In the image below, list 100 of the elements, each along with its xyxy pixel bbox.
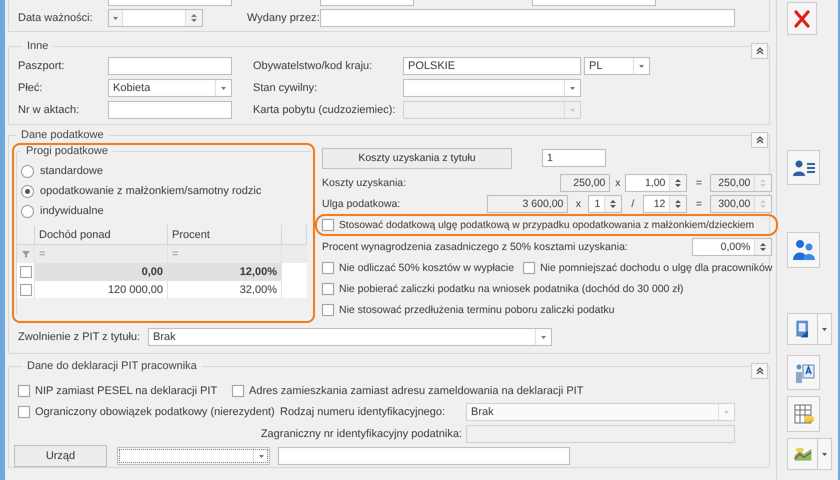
- collapse-button[interactable]: [751, 132, 768, 148]
- checkbox[interactable]: [322, 282, 334, 294]
- spin-buttons[interactable]: [669, 174, 686, 190]
- toolbar-button[interactable]: [787, 150, 820, 185]
- caret-icon: [113, 16, 118, 20]
- radio-button[interactable]: [21, 204, 34, 218]
- number-field: 3 600,00: [487, 194, 568, 212]
- caret-icon: [822, 328, 827, 330]
- checkbox[interactable]: [20, 284, 32, 296]
- radio-label: standardowe: [40, 165, 103, 177]
- section-title: Inne: [26, 40, 50, 52]
- spin-buttons[interactable]: [669, 196, 686, 212]
- collapse-button[interactable]: [751, 43, 768, 59]
- field-label: Stan cywilny:: [253, 82, 318, 94]
- field-label: Procent wynagrodzenia zasadniczego z 50% kosztami uzyskania:: [322, 240, 629, 252]
- operator-sign: /: [630, 198, 636, 210]
- chevron-up-icon: [756, 367, 764, 375]
- caret-icon: [570, 86, 575, 90]
- operator-sign: x: [614, 176, 622, 188]
- number-field: 300,00: [710, 194, 772, 212]
- caret-icon: [724, 410, 729, 414]
- chevron-up-icon: [756, 47, 764, 55]
- date-field[interactable]: [108, 9, 203, 27]
- text-field[interactable]: [278, 447, 570, 465]
- table-cell: 32,00%: [168, 281, 282, 299]
- operator-sign: x: [574, 198, 582, 210]
- radio-label: opodatkowanie z małżonkiem/samotny rodzic: [40, 185, 262, 197]
- number-field[interactable]: 1: [542, 149, 606, 167]
- filter-icon: [22, 250, 30, 258]
- operator-sign: =: [694, 176, 703, 188]
- checkbox[interactable]: [523, 262, 536, 274]
- grid-coins-icon: [792, 402, 816, 426]
- toolbar-button[interactable]: [787, 396, 820, 432]
- field-label: Płeć:: [18, 82, 44, 94]
- text-field[interactable]: [108, 101, 232, 119]
- number-field[interactable]: 1,00: [625, 174, 688, 192]
- section-title: Dane do deklaracji PIT pracownika: [26, 360, 198, 372]
- text-field[interactable]: [108, 57, 232, 75]
- dropdown-field[interactable]: [117, 447, 270, 465]
- number-field[interactable]: 1: [588, 194, 622, 212]
- field-label: Paszport:: [18, 60, 66, 72]
- dropdown-field[interactable]: [403, 79, 581, 97]
- chevron-up-icon: [756, 136, 764, 144]
- toolbar-button[interactable]: [787, 438, 818, 470]
- table-cell: 120 000,00: [35, 281, 168, 299]
- caret-icon: [221, 86, 226, 90]
- close-button[interactable]: [787, 2, 817, 35]
- checkbox[interactable]: [322, 219, 334, 231]
- checkbox[interactable]: [20, 266, 32, 278]
- dropdown-field[interactable]: Kobieta: [108, 79, 232, 97]
- toolbar-button[interactable]: [787, 355, 820, 390]
- section-title: Progi podatkowe: [25, 145, 109, 157]
- office-button[interactable]: Urząd: [14, 445, 107, 467]
- checkbox-label: Nie pobierać zaliczki podatku na wniosek podatnika (dochód do 30 000 zł): [339, 282, 684, 294]
- column-header[interactable]: Dochód ponad: [35, 225, 168, 245]
- checkbox[interactable]: [232, 384, 244, 396]
- toolbar-button[interactable]: [787, 313, 818, 345]
- caret-icon: [259, 454, 264, 458]
- column-header[interactable]: Procent: [168, 225, 282, 245]
- text-field[interactable]: POLSKIE: [403, 57, 581, 75]
- collapse-button[interactable]: [751, 363, 768, 379]
- dropdown-field[interactable]: PL: [584, 57, 650, 75]
- toolbar-button[interactable]: [787, 232, 820, 268]
- number-field[interactable]: 12: [643, 194, 688, 212]
- caret-icon: [639, 64, 644, 68]
- checkbox-label: Nie odliczać 50% kosztów w wypłacie: [339, 262, 514, 274]
- checkbox[interactable]: [18, 406, 30, 418]
- field-label: Wydany przez:: [247, 12, 320, 24]
- table-cell: 0,00: [35, 263, 168, 281]
- dropdown-field[interactable]: Brak: [148, 328, 552, 346]
- checkbox-label: Ograniczony obowiązek podatkowy (nierezydent): [35, 406, 275, 418]
- number-field: 250,00: [710, 174, 772, 192]
- people-icon: [792, 238, 816, 262]
- checkbox-label: Adres zamieszkania zamiast adresu zameldowania na deklaracji PIT: [249, 384, 584, 396]
- section-title: Dane podatkowe: [20, 129, 105, 141]
- radio-button[interactable]: [21, 164, 34, 178]
- text-field[interactable]: [320, 9, 735, 27]
- checkbox[interactable]: [322, 304, 334, 316]
- table-cell: 12,00%: [168, 263, 282, 281]
- field-label: Karta pobytu (cudzoziemiec):: [253, 104, 396, 116]
- spin-buttons[interactable]: [754, 238, 772, 254]
- field-label: Ulga podatkowa:: [322, 198, 402, 210]
- costs-button[interactable]: Koszty uzyskania z tytułu: [322, 148, 512, 168]
- caret-icon: [541, 336, 546, 338]
- field-label: Data ważności:: [18, 12, 94, 24]
- number-field[interactable]: 0,00%: [692, 238, 772, 256]
- dropdown-button[interactable]: [109, 10, 123, 26]
- spin-buttons[interactable]: [185, 10, 202, 26]
- field-label: Zagraniczny nr identyfikacyjny podatnika:: [260, 428, 463, 440]
- spin-buttons[interactable]: [604, 196, 622, 212]
- checkbox-label: Nie stosować przedłużenia terminu poboru zaliczki podatku: [339, 304, 614, 316]
- field-label: Koszty uzyskania:: [322, 176, 408, 188]
- checkbox[interactable]: [18, 384, 30, 396]
- close-icon: [792, 8, 812, 28]
- number-field: 250,00: [560, 174, 610, 192]
- operator-sign: =: [694, 198, 703, 210]
- radio-button[interactable]: [21, 184, 34, 198]
- field-label: Rodzaj numeru identyfikacyjnego:: [280, 406, 446, 418]
- checkbox[interactable]: [322, 262, 334, 274]
- radio-label: indywidualne: [40, 205, 104, 217]
